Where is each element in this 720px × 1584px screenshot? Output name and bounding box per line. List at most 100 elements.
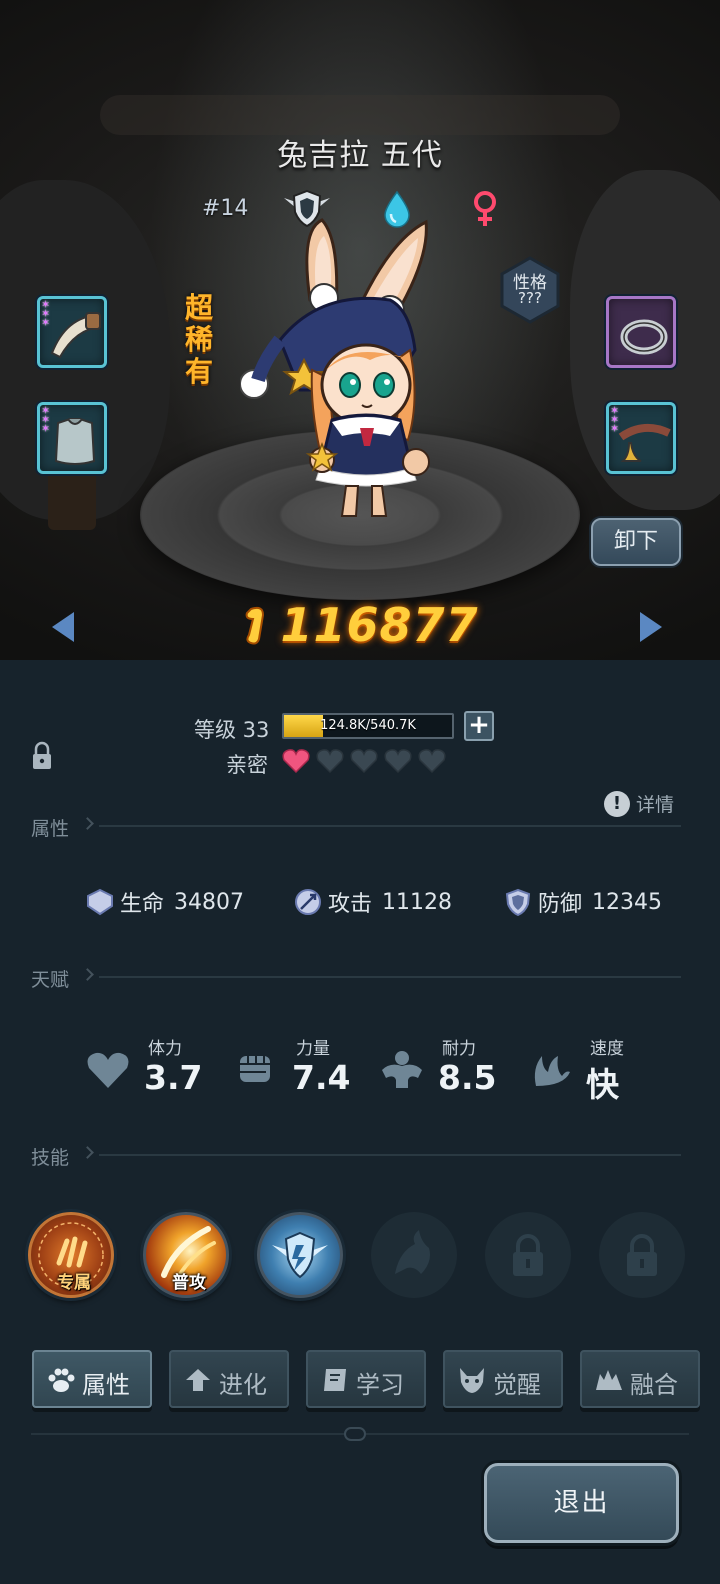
vest-item-icon [54,418,96,465]
rarity-label: 超稀有 [184,291,213,388]
character-sprite[interactable] [240,200,480,530]
book-icon [324,1369,346,1391]
skill-basic-attack[interactable]: 普攻 [143,1212,229,1298]
equipment-slot-ring[interactable] [606,296,676,368]
heart-filled-icon [282,749,310,774]
muscle-icon [382,1051,422,1088]
combat-power-value: 116877 [280,598,479,652]
tab-attributes[interactable]: 属性 [32,1350,152,1408]
section-skills: 技能 [31,1143,681,1169]
tab-label: 融合 [630,1371,678,1399]
intimacy-hearts [282,748,452,774]
section-title: 天赋 [31,969,70,991]
bottom-divider [31,1427,689,1441]
skill-label: 专属 [57,1273,91,1293]
talent-label: 耐力 [442,1039,476,1059]
level-label: 等级 33 [194,718,270,742]
exp-text: 124.8K/540.7K [320,718,416,733]
skill-exclusive[interactable]: 专属 [28,1212,114,1298]
divider-ornament [344,1427,366,1441]
skill-label: 普攻 [172,1273,206,1293]
tab-awaken[interactable]: 觉醒 [443,1350,563,1408]
section-divider [99,825,681,827]
talent-value: 3.7 [144,1058,203,1097]
combat-power: 116877 [0,598,720,652]
section-attributes: 属性 [31,814,681,840]
attribute-life: 生命 34807 [86,886,244,920]
attack-icon [295,889,321,915]
section-title: 技能 [31,1147,70,1169]
skill-shield[interactable] [257,1212,343,1298]
exp-bar: 124.8K/540.7K [282,713,454,739]
attribute-value: 12345 [592,889,663,915]
defense-icon [505,888,531,916]
talent-label: 速度 [590,1039,624,1059]
intimacy-label: 亲密 [226,753,268,777]
tab-label: 属性 [82,1371,130,1399]
skill-slot-preview[interactable] [371,1212,457,1298]
tab-label: 学习 [356,1371,404,1399]
fist-icon [240,1056,270,1082]
heart-empty-icon [418,749,446,774]
skill-slot-locked[interactable] [599,1212,685,1298]
info-icon: ! [604,790,630,817]
talent-label: 力量 [296,1039,330,1059]
section-title: 属性 [31,818,70,840]
attribute-defense: 防御 12345 [504,886,662,920]
equipment-slot-collar[interactable]: ✶ ✶ ✶ [606,402,676,474]
wing-icon [534,1056,570,1086]
section-talent: 天赋 [31,965,681,991]
ring-item-icon [620,319,668,355]
personality-value: ??? [518,289,542,307]
claw-item-icon [50,312,102,359]
heart-empty-icon [350,749,378,774]
chevron-right-icon [81,817,94,830]
heart-empty-icon [316,749,344,774]
section-divider [99,1154,681,1156]
attribute-attack: 攻击 11128 [294,886,452,920]
unequip-button[interactable]: 卸下 [591,518,681,566]
winged-shield-skill-icon [272,1231,328,1279]
character-name: 兔吉拉 五代 [277,138,443,173]
lock-icon [627,1234,657,1276]
equipment-slot-armor[interactable]: ✶ ✶ ✶ [37,402,107,474]
talent-value: 7.4 [292,1058,351,1097]
detail-link[interactable]: ! 详情 [604,790,674,817]
equipment-slot-weapon[interactable]: ✶ ✶ ✶ [37,296,107,368]
attribute-name: 攻击 [328,892,373,917]
bottom-tabs: 属性 进化 学习 觉醒 融合 [0,1346,720,1412]
chevron-right-icon [81,1146,94,1159]
chevron-right-icon [81,968,94,981]
life-icon [87,888,113,916]
arrow-up-icon [186,1369,210,1391]
tab-label: 觉醒 [493,1371,541,1399]
attribute-name: 防御 [538,892,583,917]
talent-label: 体力 [148,1039,182,1059]
heart-icon [87,1052,129,1088]
talent-value: 快 [586,1065,619,1104]
claw-slash-skill-icon [395,1230,430,1274]
exit-button[interactable]: 退出 [484,1463,679,1543]
heart-empty-icon [384,749,412,774]
skill-slot-locked[interactable] [485,1212,571,1298]
attribute-value: 11128 [382,889,453,915]
section-divider [99,976,681,978]
detail-label: 详情 [636,794,675,816]
paw-icon [48,1368,75,1392]
background-beam [100,95,620,135]
attribute-name: 生命 [120,892,165,917]
tab-evolve[interactable]: 进化 [169,1350,289,1408]
level-up-plus-button[interactable]: + [464,711,494,741]
lock-icon [513,1234,543,1276]
attribute-value: 34807 [174,889,245,915]
power-bone-icon [246,606,265,645]
personality-badge[interactable]: 性格 ??? [496,256,564,324]
wolf-icon [460,1368,484,1393]
fusion-icon [596,1370,622,1390]
bell-collar-item-icon [618,423,671,462]
lock-icon[interactable] [31,741,53,771]
tab-fusion[interactable]: 融合 [580,1350,700,1408]
talent-value: 8.5 [438,1058,497,1097]
tab-label: 进化 [219,1371,267,1399]
tab-learn[interactable]: 学习 [306,1350,426,1408]
